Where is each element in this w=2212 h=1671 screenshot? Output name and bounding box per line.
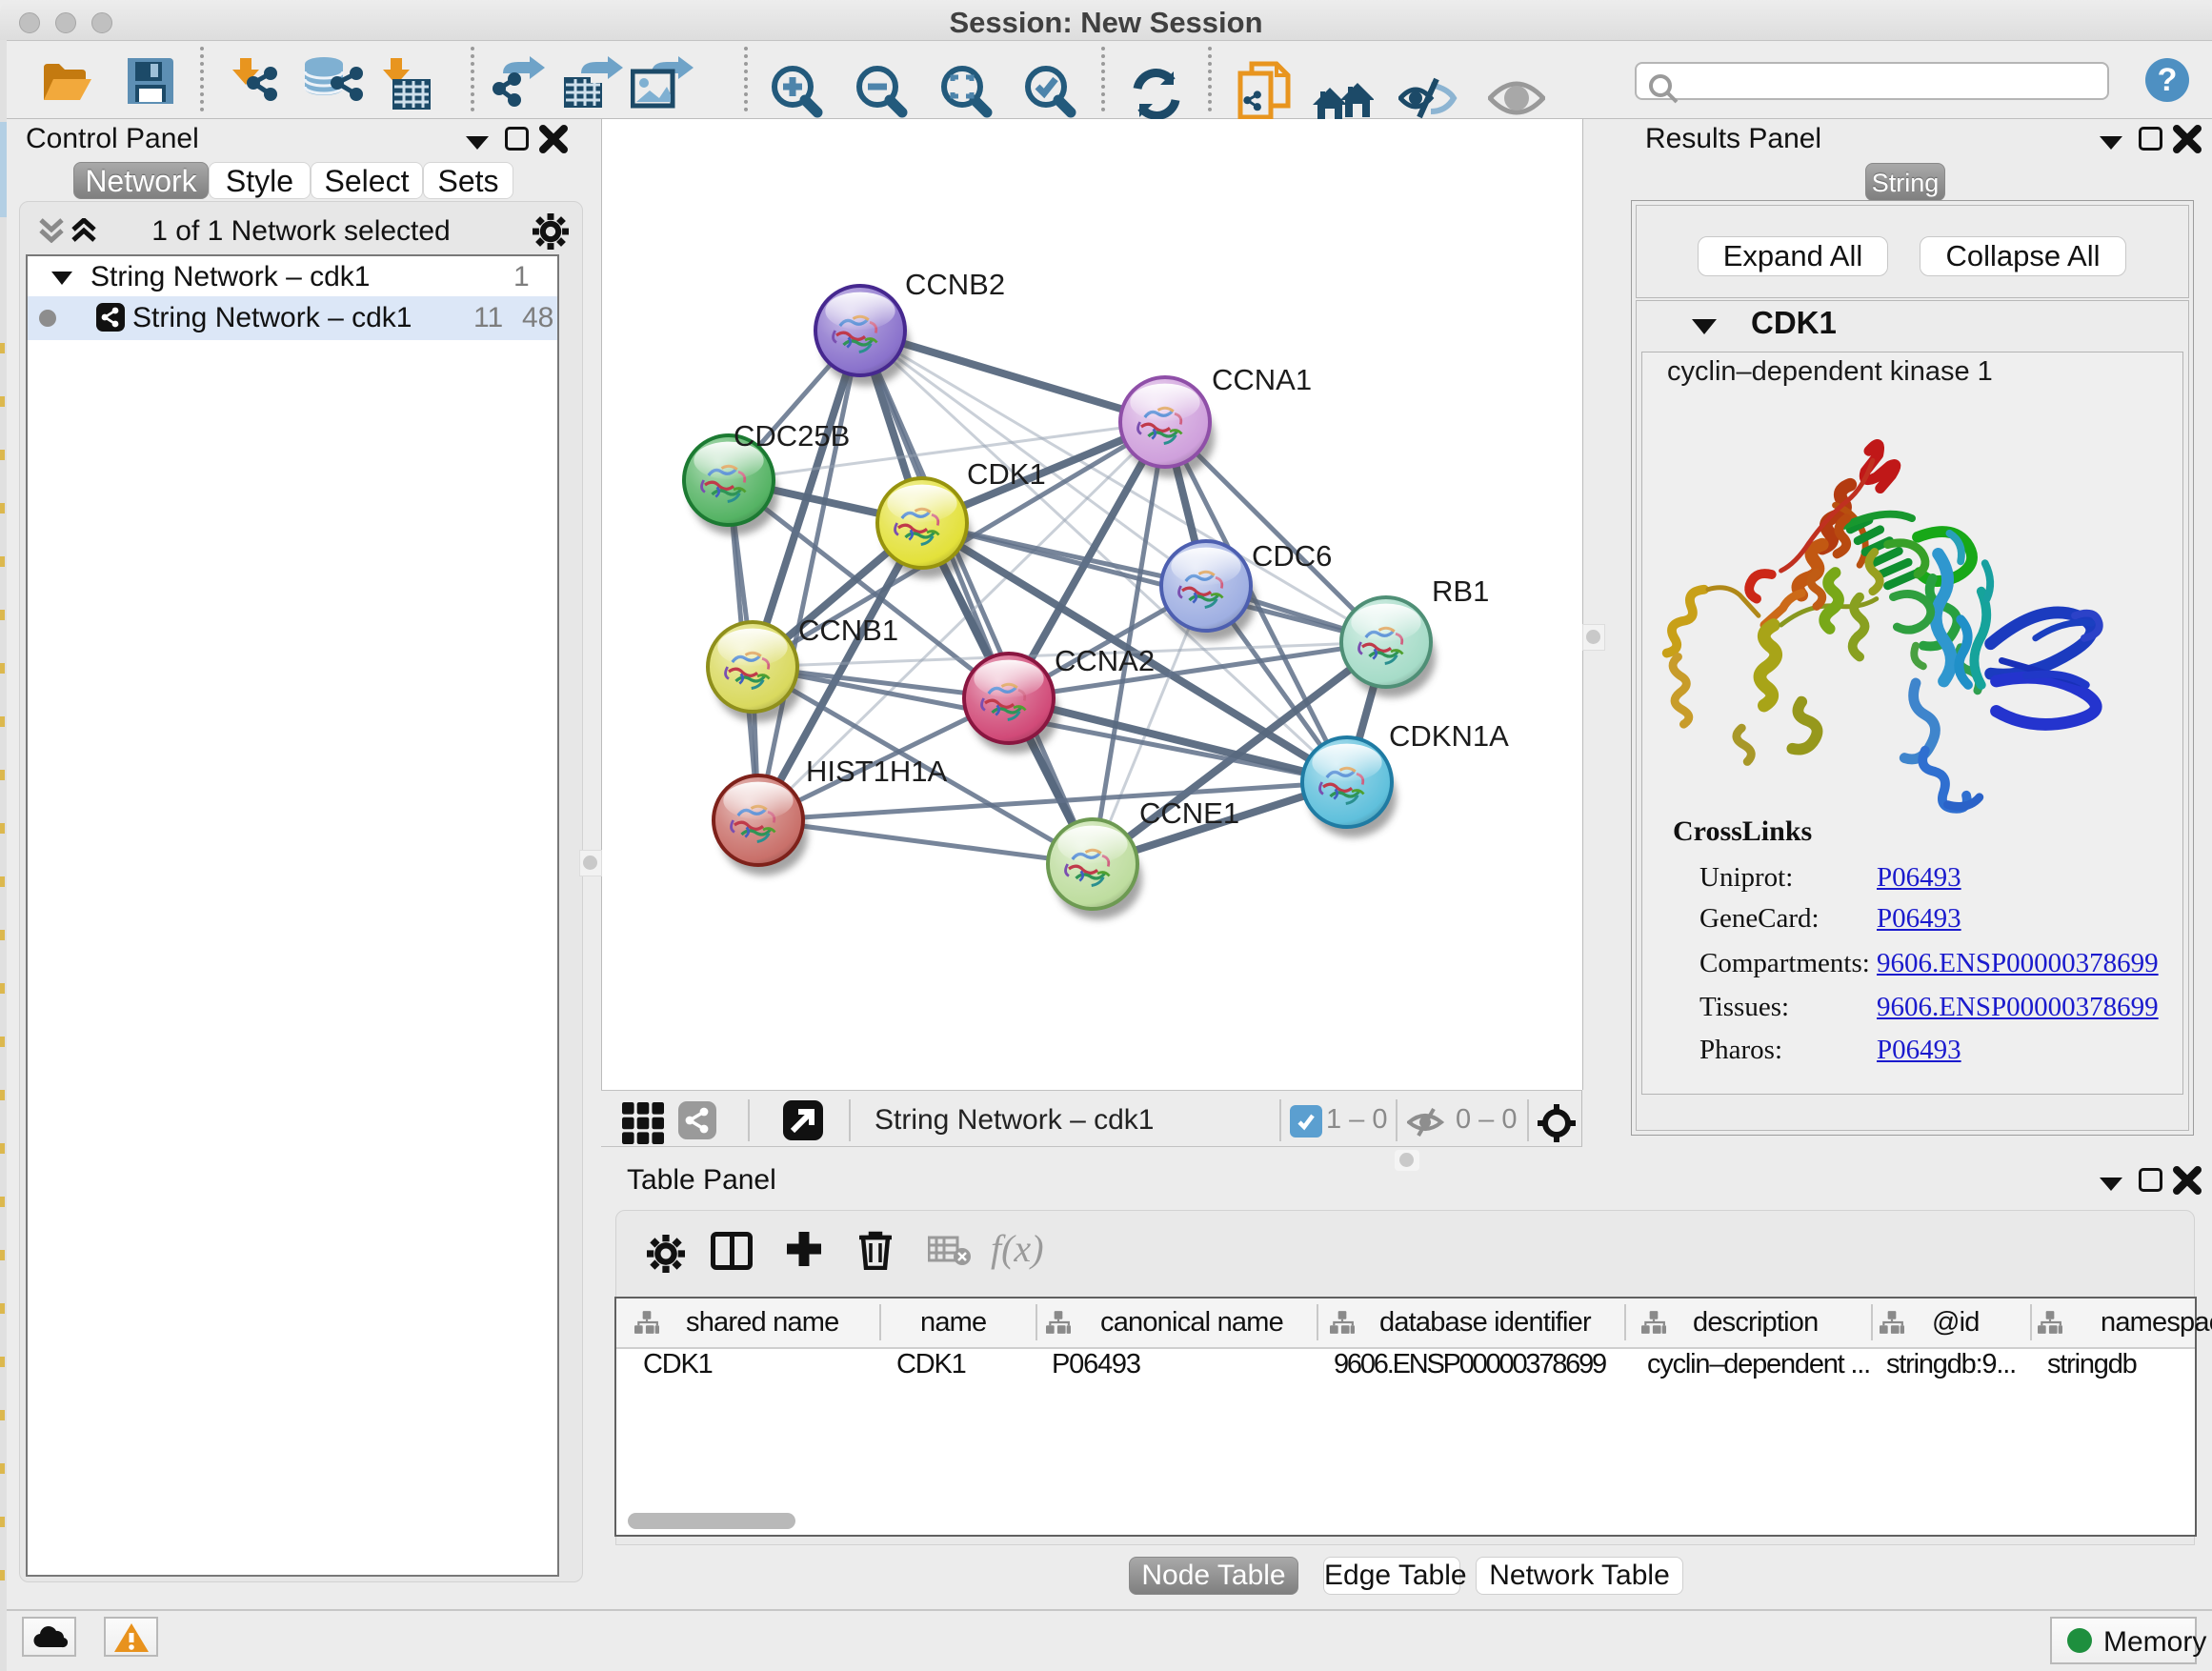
svg-text:CCNB1: CCNB1	[798, 614, 898, 647]
svg-text:CDC25B: CDC25B	[734, 419, 850, 453]
svg-text:CCNA1: CCNA1	[1212, 363, 1312, 396]
svg-text:HIST1H1A: HIST1H1A	[806, 755, 947, 788]
svg-text:CCNE1: CCNE1	[1139, 796, 1239, 830]
svg-text:CCNA2: CCNA2	[1055, 644, 1155, 677]
svg-text:CDC6: CDC6	[1252, 539, 1332, 573]
svg-text:CDK1: CDK1	[967, 457, 1046, 491]
svg-text:RB1: RB1	[1432, 574, 1489, 608]
svg-text:CDKN1A: CDKN1A	[1389, 719, 1509, 753]
svg-text:CCNB2: CCNB2	[905, 268, 1005, 301]
